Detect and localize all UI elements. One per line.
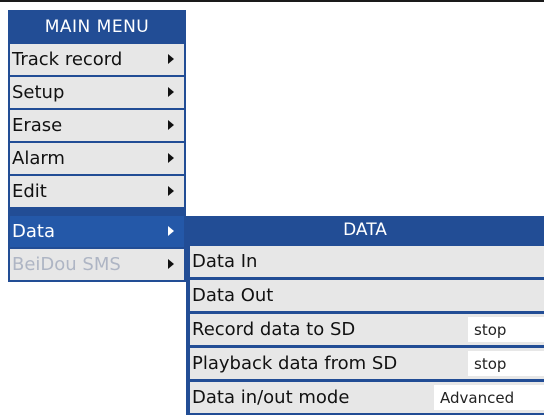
submenu-item-record-data-to-sd[interactable]: Record data to SD stop [190,314,544,345]
menu-item-track-record[interactable]: Track record [10,44,184,75]
menu-item-erase[interactable]: Erase [10,110,184,141]
submenu-item-label: Data Out [192,285,274,306]
submenu-arrow-icon [168,120,174,130]
menu-item-beidou-sms[interactable]: BeiDou SMS [10,249,184,280]
submenu-item-playback-data-from-sd[interactable]: Playback data from SD stop [190,348,544,379]
submenu-arrow-icon [168,226,174,236]
submenu-arrow-icon [168,54,174,64]
menu-item-label: Erase [12,115,63,136]
menu-item-edit[interactable]: Edit [10,176,184,207]
main-menu-title: MAIN MENU [44,17,150,37]
menu-item-label: Setup [12,82,65,103]
main-menu: MAIN MENU Track record Setup Erase Alarm… [8,10,186,282]
playback-data-value[interactable]: stop [468,351,544,376]
submenu-item-label: Data In [192,251,258,272]
menu-item-label: BeiDou SMS [12,254,121,275]
menu-item-label: Alarm [12,148,65,169]
submenu-item-data-in[interactable]: Data In [190,246,544,277]
submenu-arrow-icon [168,153,174,163]
submenu-item-data-in-out-mode[interactable]: Data in/out mode Advanced [190,382,544,413]
menu-item-label: Data [12,221,55,242]
menu-item-data[interactable]: Data [10,216,184,247]
submenu-item-label: Data in/out mode [192,387,350,408]
submenu-item-label: Playback data from SD [192,353,398,374]
data-mode-value[interactable]: Advanced [434,385,544,410]
menu-item-setup[interactable]: Setup [10,77,184,108]
submenu-item-data-out[interactable]: Data Out [190,280,544,311]
menu-item-label: Edit [12,181,47,202]
submenu-arrow-icon [168,186,174,196]
record-data-value[interactable]: stop [468,317,544,342]
menu-item-label: Track record [12,49,123,70]
submenu-arrow-icon [168,259,174,269]
submenu-item-label: Record data to SD [192,319,356,340]
menu-item-alarm[interactable]: Alarm [10,143,184,174]
data-submenu: DATA Data In Data Out Record data to SD … [186,216,544,415]
data-submenu-title: DATA [343,220,387,240]
top-border-line [0,0,544,2]
submenu-arrow-icon [168,87,174,97]
